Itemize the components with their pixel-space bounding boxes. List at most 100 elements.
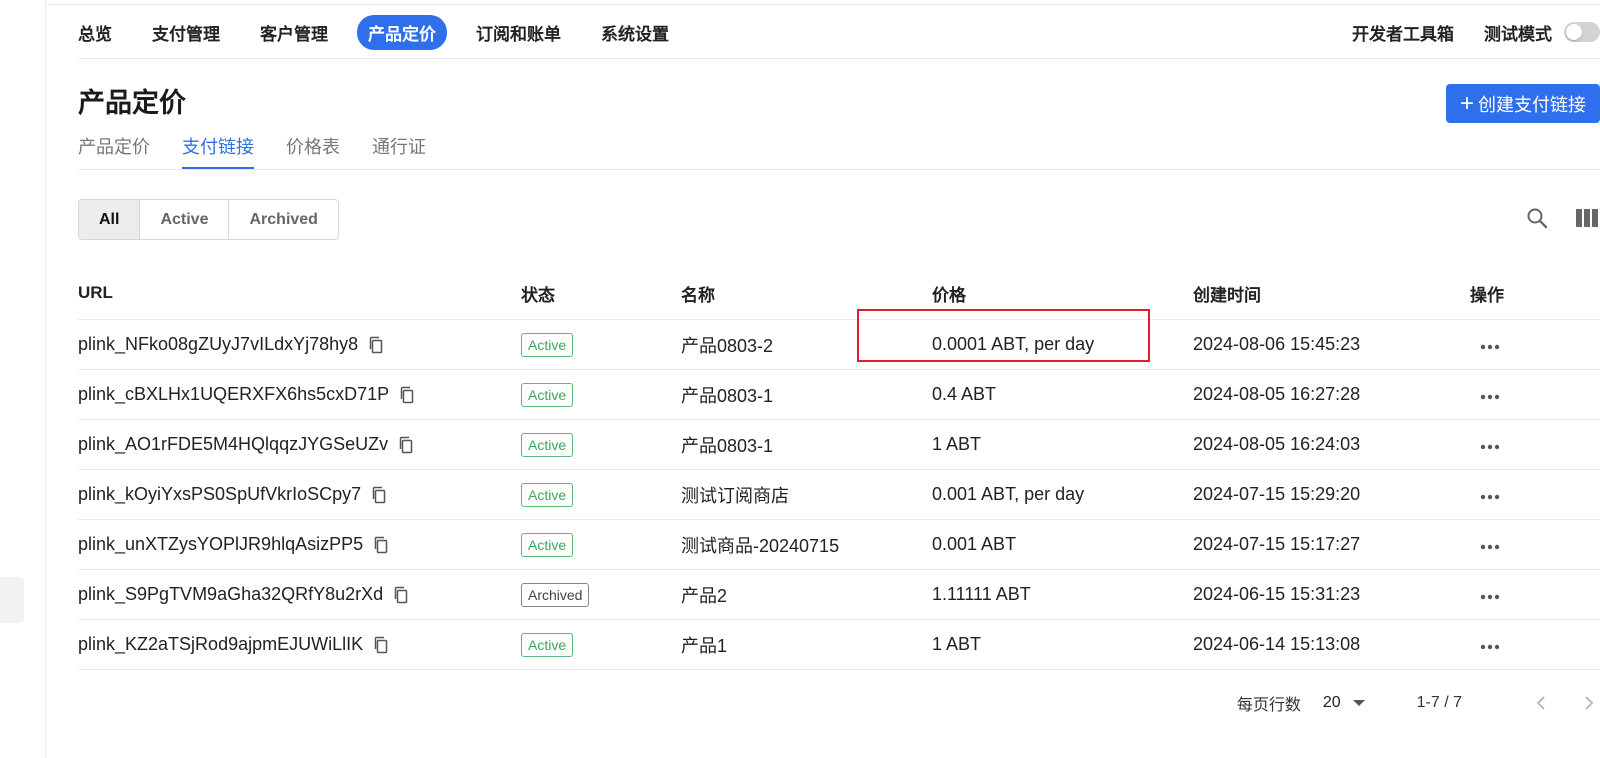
main-content: 总览 支付管理 客户管理 产品定价 订阅和账单 系统设置 开发者工具箱 测试模式… [46, 5, 1600, 758]
developer-tools-link[interactable]: 开发者工具箱 [1352, 20, 1454, 45]
tab-payment-links[interactable]: 支付链接 [182, 133, 254, 170]
payment-link-url[interactable]: plink_KZ2aTSjRod9ajpmEJUWiLlIK [78, 634, 363, 655]
table-row[interactable]: plink_NFko08gZUyJ7vILdxYj78hy8 Active 产品… [78, 320, 1600, 370]
payment-link-url[interactable]: plink_S9PgTVM9aGha32QRfY8u2rXd [78, 584, 383, 605]
status-badge: Active [521, 532, 574, 557]
more-actions-icon[interactable] [1480, 494, 1500, 500]
filter-archived[interactable]: Archived [229, 200, 337, 239]
nav-item-billing[interactable]: 订阅和账单 [465, 15, 572, 50]
column-header-price: 价格 [932, 285, 966, 305]
tab-price-tables[interactable]: 价格表 [286, 133, 340, 170]
price-value: 0.001 ABT [932, 534, 1017, 554]
rows-per-page-select[interactable]: 20 [1323, 694, 1365, 712]
copy-icon[interactable] [371, 486, 387, 504]
price-value: 1 ABT [932, 634, 982, 654]
plus-icon: + [1459, 89, 1474, 117]
table-row[interactable]: plink_kOyiYxsPS0SpUfVkrIoSCpy7 Active 测试… [78, 470, 1600, 520]
tab-products[interactable]: 产品定价 [78, 133, 150, 170]
product-name: 产品0803-1 [681, 435, 774, 456]
created-time: 2024-06-14 15:13:08 [1193, 634, 1361, 654]
price-value: 0.001 ABT, per day [932, 484, 1085, 504]
created-time: 2024-08-05 16:24:03 [1193, 434, 1361, 454]
copy-icon[interactable] [399, 386, 415, 404]
column-header-status: 状态 [521, 285, 555, 305]
status-cell: Active [521, 532, 681, 557]
actions-cell [1470, 384, 1600, 405]
payment-link-url[interactable]: plink_NFko08gZUyJ7vILdxYj78hy8 [78, 334, 358, 355]
actions-cell [1470, 434, 1600, 455]
payment-link-url[interactable]: plink_cBXLHx1UQERXFX6hs5cxD71P [78, 384, 389, 405]
create-payment-link-label: 创建支付链接 [1478, 94, 1586, 115]
tab-passes[interactable]: 通行证 [372, 133, 426, 170]
nav-item-settings[interactable]: 系统设置 [590, 15, 680, 50]
copy-icon[interactable] [373, 636, 389, 654]
column-header-name: 名称 [681, 285, 715, 305]
more-actions-icon[interactable] [1480, 344, 1500, 350]
prev-page-icon[interactable] [1530, 692, 1552, 714]
created-time: 2024-07-15 15:17:27 [1193, 534, 1361, 554]
price-value: 0.4 ABT [932, 384, 997, 404]
price-value: 0.0001 ABT, per day [932, 334, 1095, 354]
product-name: 测试订阅商店 [681, 485, 789, 506]
more-actions-icon[interactable] [1480, 444, 1500, 450]
copy-icon[interactable] [373, 536, 389, 554]
top-nav: 总览 支付管理 客户管理 产品定价 订阅和账单 系统设置 开发者工具箱 测试模式 [78, 14, 1600, 50]
toggle-knob [1566, 24, 1582, 40]
column-header-created: 创建时间 [1193, 285, 1261, 305]
test-mode-toggle[interactable] [1564, 22, 1600, 42]
table-row[interactable]: plink_KZ2aTSjRod9ajpmEJUWiLlIK Active 产品… [78, 620, 1600, 670]
nav-item-customers[interactable]: 客户管理 [249, 15, 339, 50]
test-mode-label: 测试模式 [1484, 24, 1552, 44]
table-body: plink_NFko08gZUyJ7vILdxYj78hy8 Active 产品… [78, 320, 1600, 670]
price-value: 1.11111 ABT [932, 584, 1031, 604]
table-row[interactable]: plink_cBXLHx1UQERXFX6hs5cxD71P Active 产品… [78, 370, 1600, 420]
created-time: 2024-06-15 15:31:23 [1193, 584, 1361, 604]
status-badge: Active [521, 382, 574, 407]
nav-divider [78, 58, 1600, 59]
filter-all[interactable]: All [79, 200, 141, 239]
status-cell: Active [521, 432, 681, 457]
price-value: 1 ABT [932, 434, 982, 454]
nav-item-payments[interactable]: 支付管理 [141, 15, 231, 50]
more-actions-icon[interactable] [1480, 644, 1500, 650]
column-header-actions: 操作 [1470, 285, 1504, 305]
more-actions-icon[interactable] [1480, 594, 1500, 600]
table-row[interactable]: plink_unXTZysYOPlJR9hlqAsizPP5 Active 测试… [78, 520, 1600, 570]
left-sidebar [0, 0, 46, 758]
actions-cell [1470, 634, 1600, 655]
status-badge: Active [521, 432, 574, 457]
page-title: 产品定价 [78, 88, 186, 118]
columns-icon[interactable] [1574, 205, 1600, 231]
rows-per-page-value: 20 [1322, 694, 1341, 711]
table-header: URL 状态 名称 价格 创建时间 操作 [78, 267, 1600, 320]
created-time: 2024-08-05 16:27:28 [1193, 384, 1361, 404]
copy-icon[interactable] [393, 586, 409, 604]
more-actions-icon[interactable] [1480, 394, 1500, 400]
payment-link-url[interactable]: plink_unXTZysYOPlJR9hlqAsizPP5 [78, 534, 363, 555]
url-cell: plink_AO1rFDE5M4HQlqqzJYGSeUZv [78, 434, 521, 455]
actions-cell [1470, 584, 1600, 605]
sidebar-collapsed-item[interactable] [0, 577, 24, 623]
nav-item-overview[interactable]: 总览 [67, 15, 123, 50]
copy-icon[interactable] [368, 336, 384, 354]
filter-active[interactable]: Active [140, 200, 230, 239]
create-payment-link-button[interactable]: + 创建支付链接 [1445, 84, 1600, 123]
column-header-url: URL [78, 283, 113, 302]
table-row[interactable]: plink_AO1rFDE5M4HQlqqzJYGSeUZv Active 产品… [78, 420, 1600, 470]
payment-link-url[interactable]: plink_AO1rFDE5M4HQlqqzJYGSeUZv [78, 434, 388, 455]
created-time: 2024-08-06 15:45:23 [1193, 334, 1361, 354]
search-icon[interactable] [1524, 205, 1550, 231]
more-actions-icon[interactable] [1480, 544, 1500, 550]
pagination: 每页行数 20 1-7 / 7 [1237, 688, 1600, 718]
next-page-icon[interactable] [1578, 692, 1600, 714]
status-cell: Active [521, 382, 681, 407]
table-row[interactable]: plink_S9PgTVM9aGha32QRfY8u2rXd Archived … [78, 570, 1600, 620]
caret-down-icon [1352, 700, 1365, 706]
payment-link-url[interactable]: plink_kOyiYxsPS0SpUfVkrIoSCpy7 [78, 484, 361, 505]
actions-cell [1470, 534, 1600, 555]
sub-tabs: 产品定价 支付链接 价格表 通行证 [78, 133, 458, 170]
payment-links-table: URL 状态 名称 价格 创建时间 操作 plink_NFko08gZUyJ7v… [78, 267, 1600, 670]
actions-cell [1470, 484, 1600, 505]
copy-icon[interactable] [398, 436, 414, 454]
nav-item-pricing[interactable]: 产品定价 [357, 14, 447, 50]
